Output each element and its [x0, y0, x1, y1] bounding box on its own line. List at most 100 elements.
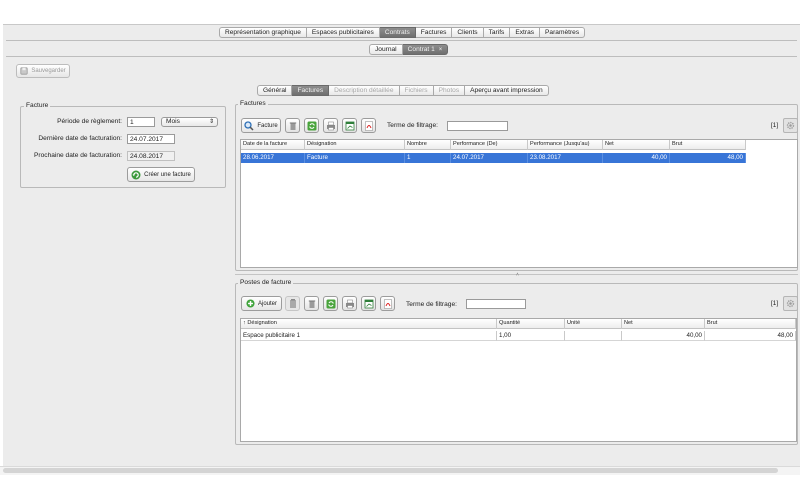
column-header[interactable]: Unité: [565, 319, 622, 329]
tab-parametres[interactable]: Paramètres: [540, 27, 586, 38]
settings-button[interactable]: [783, 118, 798, 133]
tab-sub-factures[interactable]: Factures: [292, 85, 330, 96]
column-header[interactable]: Net: [622, 319, 705, 329]
save-icon: [20, 67, 28, 75]
refresh-button[interactable]: [304, 118, 319, 133]
print-button[interactable]: [323, 118, 338, 133]
trash-icon: [289, 122, 296, 130]
close-icon[interactable]: ×: [439, 47, 443, 53]
export-spreadsheet-button[interactable]: [342, 118, 357, 133]
add-item-label: Ajouter: [257, 300, 277, 307]
add-item-button[interactable]: Ajouter: [241, 296, 282, 311]
table-cell: 24.07.2017: [451, 153, 528, 163]
facture-group-title: Facture: [24, 102, 51, 109]
tab-photos[interactable]: Photos: [433, 85, 466, 96]
print-icon: [326, 121, 335, 130]
horizontal-scrollbar[interactable]: [3, 468, 778, 473]
column-header[interactable]: Brut: [670, 140, 746, 150]
table-row[interactable]: Espace publicitaire 1 1,00 40,00 48,00: [241, 331, 796, 341]
tab-contrat-1-label: Contrat 1: [407, 46, 435, 53]
trash-icon: [308, 300, 315, 308]
tab-clients[interactable]: Clients: [452, 27, 484, 38]
postes-group-title: Postes de facture: [238, 279, 294, 286]
delete-button[interactable]: [285, 118, 300, 133]
last-invoice-date-field[interactable]: [127, 134, 175, 144]
print-items-button[interactable]: [342, 296, 357, 311]
period-unit-select[interactable]: Mois ⇕: [161, 117, 218, 127]
table-cell: 48,00: [670, 153, 746, 163]
next-invoice-label: Prochaine date de facturation:: [34, 152, 122, 159]
copy-button[interactable]: [285, 296, 300, 311]
table-cell: 1: [405, 153, 451, 163]
refresh-green-icon: [131, 170, 141, 179]
contract-sub-tab-bar: Général Factures Description détaillée F…: [257, 85, 549, 96]
table-cell: 40,00: [622, 331, 705, 341]
postes-filter-input[interactable]: [466, 299, 526, 309]
print-icon: [345, 299, 354, 308]
last-invoice-label: Dernière date de facturation:: [38, 135, 122, 142]
column-header[interactable]: Brut: [705, 319, 796, 329]
next-invoice-date-field: [127, 151, 175, 161]
tab-contrat-1[interactable]: Contrat 1 ×: [402, 44, 449, 55]
column-header[interactable]: ↑ Désignation: [241, 319, 497, 329]
table-row[interactable]: 28.06.2017 Facture 1 24.07.2017 23.08.20…: [241, 153, 746, 163]
column-header[interactable]: Désignation: [305, 140, 405, 150]
tab-extras[interactable]: Extras: [510, 27, 541, 38]
export-items-pdf-button[interactable]: [380, 296, 395, 311]
export-pdf-button[interactable]: [361, 118, 376, 133]
tab-representation-graphique[interactable]: Représentation graphique: [219, 27, 307, 38]
spreadsheet-icon: [364, 299, 373, 308]
delete-item-button[interactable]: [304, 296, 319, 311]
table-cell: Espace publicitaire 1: [241, 331, 497, 341]
postes-filter-label: Terme de filtrage:: [406, 301, 457, 308]
create-invoice-button[interactable]: Créer une facture: [127, 167, 195, 182]
tab-apercu-avant-impression[interactable]: Aperçu avant impression: [465, 85, 549, 96]
divider: [6, 40, 797, 41]
tab-factures[interactable]: Factures: [415, 27, 453, 38]
divider: [6, 56, 797, 57]
tab-espaces-publicitaires[interactable]: Espaces publicitaires: [306, 27, 380, 38]
table-cell: 48,00: [705, 331, 796, 341]
refresh-icon: [326, 299, 335, 308]
tab-description-detaillee[interactable]: Description détaillée: [329, 85, 400, 96]
table-cell: 23.08.2017: [528, 153, 603, 163]
table-cell: 1,00: [497, 331, 565, 341]
period-input[interactable]: [127, 117, 155, 127]
chevron-updown-icon: ⇕: [208, 119, 214, 125]
column-header[interactable]: Nombre: [405, 140, 451, 150]
search-icon: [244, 120, 254, 131]
pdf-icon: [383, 298, 392, 309]
column-header[interactable]: Performance (Jusqu'au): [528, 140, 603, 150]
tab-contrats[interactable]: Contrats: [379, 27, 416, 38]
refresh-items-button[interactable]: [323, 296, 338, 311]
save-button[interactable]: Sauvegarder: [16, 64, 70, 78]
column-header[interactable]: Performance (De): [451, 140, 528, 150]
factures-filter-input[interactable]: [447, 121, 508, 131]
save-button-label: Sauvegarder: [31, 68, 66, 74]
gear-icon: [786, 299, 795, 308]
column-header[interactable]: Quantité: [497, 319, 565, 329]
column-header[interactable]: Net: [603, 140, 670, 150]
search-invoice-label: Facture: [257, 122, 278, 129]
period-label: Période de règlement:: [57, 118, 122, 125]
search-invoice-button[interactable]: Facture: [241, 118, 281, 133]
create-invoice-label: Créer une facture: [144, 171, 191, 178]
tab-journal[interactable]: Journal: [369, 44, 403, 55]
tab-general[interactable]: Général: [257, 85, 293, 96]
table-cell: Facture: [305, 153, 405, 163]
tab-tarifs[interactable]: Tarifs: [483, 27, 511, 38]
postes-table-header: ↑ Désignation Quantité Unité Net Brut: [241, 319, 796, 329]
tab-fichiers[interactable]: Fichiers: [399, 85, 434, 96]
column-header[interactable]: Date de la facture: [241, 140, 305, 150]
factures-table-header: Date de la facture Désignation Nombre Pe…: [241, 140, 746, 150]
factures-count: [1]: [771, 122, 779, 129]
document-tab-bar: Journal Contrat 1 ×: [369, 44, 449, 55]
table-cell: 28.06.2017: [241, 153, 305, 163]
factures-filter-label: Terme de filtrage:: [387, 122, 438, 129]
export-items-spreadsheet-button[interactable]: [361, 296, 376, 311]
period-unit-value: Mois: [166, 118, 180, 125]
factures-group-title: Factures: [238, 100, 268, 107]
drag-handle-icon[interactable]: ˄: [516, 272, 519, 278]
table-cell: [565, 331, 622, 341]
settings-items-button[interactable]: [783, 296, 798, 311]
